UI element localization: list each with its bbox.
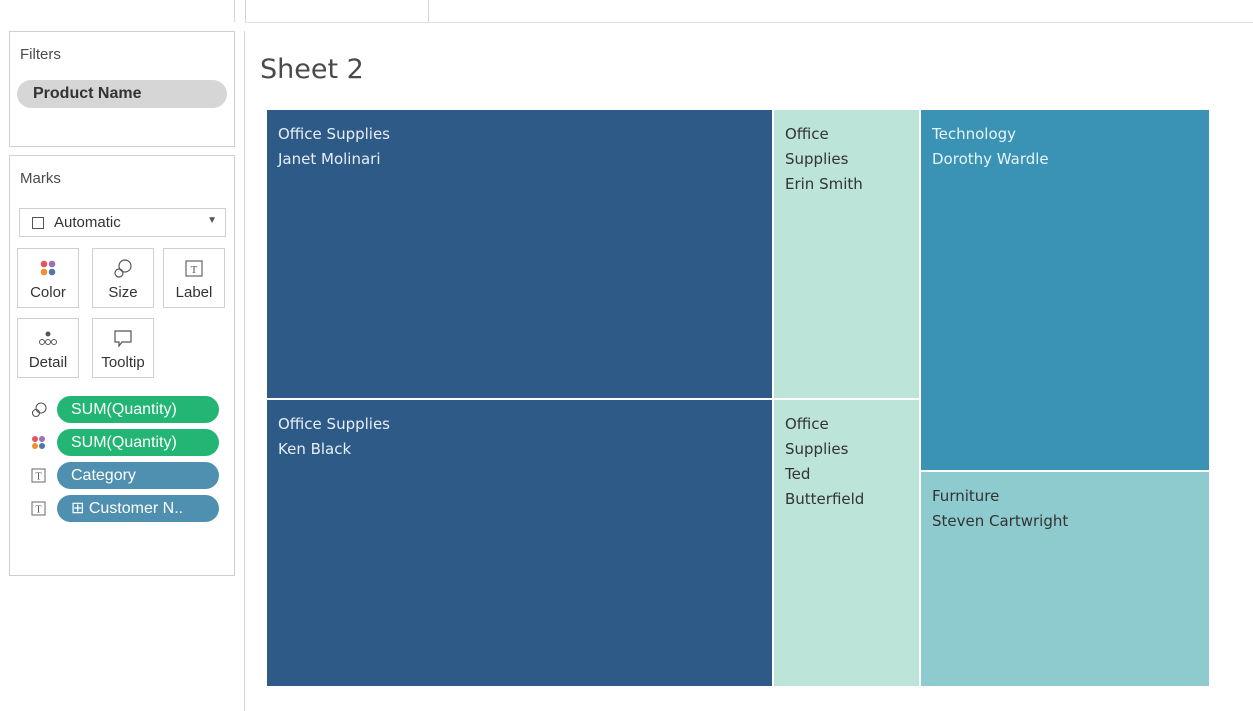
color-icon xyxy=(18,258,78,280)
detail-icon xyxy=(18,328,78,350)
treemap-tile[interactable]: Technology Dorothy Wardle xyxy=(920,109,1210,471)
divider xyxy=(245,22,1253,23)
text-label-icon: T xyxy=(30,500,48,518)
marks-card: Marks Automatic ▼ Color Size T Label Det… xyxy=(9,155,235,576)
treemap-tile[interactable]: Office Supplies Ken Black xyxy=(266,399,773,687)
filters-title: Filters xyxy=(20,46,61,63)
sheet-title: Sheet 2 xyxy=(260,54,364,85)
size-icon xyxy=(30,401,48,419)
tile-label: Office Supplies Erin Smith xyxy=(785,125,863,193)
tooltip-icon xyxy=(93,328,153,350)
treemap-chart[interactable]: Office Supplies Janet Molinari Office Su… xyxy=(266,109,1210,687)
size-icon xyxy=(93,258,153,280)
text-label-icon: T xyxy=(30,467,48,485)
shelf-row-color: SUM(Quantity) xyxy=(30,429,230,457)
filter-pill-product-name[interactable]: Product Name xyxy=(17,80,227,108)
color-button[interactable]: Color xyxy=(17,248,79,308)
toolbar-divider xyxy=(245,0,246,22)
treemap-tile[interactable]: Furniture Steven Cartwright xyxy=(920,471,1210,687)
svg-text:T: T xyxy=(191,264,198,276)
toolbar-divider xyxy=(234,0,235,22)
mark-type-dropdown[interactable]: Automatic ▼ xyxy=(19,208,226,237)
tile-label: Office Supplies Ted Butterfield xyxy=(785,415,865,508)
toolbar-divider xyxy=(428,0,429,22)
treemap-tile[interactable]: Office Supplies Janet Molinari xyxy=(266,109,773,399)
square-mark-icon xyxy=(32,217,44,229)
size-pill[interactable]: SUM(Quantity) xyxy=(57,396,219,423)
detail-button[interactable]: Detail xyxy=(17,318,79,378)
text-label-icon: T xyxy=(164,258,224,280)
top-toolbar xyxy=(0,0,1253,22)
marks-title: Marks xyxy=(20,170,61,187)
size-button[interactable]: Size xyxy=(92,248,154,308)
category-pill[interactable]: Category xyxy=(57,462,219,489)
size-label: Size xyxy=(108,284,138,301)
tile-label: Office Supplies Ken Black xyxy=(278,415,391,458)
tooltip-button[interactable]: Tooltip xyxy=(92,318,154,378)
treemap-tile[interactable]: Office Supplies Ted Butterfield xyxy=(773,399,920,687)
tile-label: Furniture Steven Cartwright xyxy=(932,487,1069,530)
color-label: Color xyxy=(30,284,66,301)
shelf-row-label-category: T Category xyxy=(30,462,230,490)
detail-label: Detail xyxy=(28,354,68,371)
label-button[interactable]: T Label xyxy=(163,248,225,308)
customer-name-pill[interactable]: ⊞ Customer N.. xyxy=(57,495,219,522)
tile-label: Office Supplies Janet Molinari xyxy=(278,125,391,168)
tooltip-label: Tooltip xyxy=(101,354,145,371)
panel-divider xyxy=(244,31,245,711)
chevron-down-icon: ▼ xyxy=(207,215,217,226)
treemap-tile[interactable]: Office Supplies Erin Smith xyxy=(773,109,920,399)
color-pill[interactable]: SUM(Quantity) xyxy=(57,429,219,456)
tile-label: Technology Dorothy Wardle xyxy=(932,125,1049,168)
svg-text:T: T xyxy=(35,505,41,516)
svg-text:T: T xyxy=(35,472,41,483)
filters-card: Filters Product Name xyxy=(9,31,235,147)
mark-type-value: Automatic xyxy=(54,214,121,231)
shelf-row-label-customer: T ⊞ Customer N.. xyxy=(30,495,230,523)
shelf-row-size: SUM(Quantity) xyxy=(30,396,230,424)
label-label: Label xyxy=(175,284,213,301)
color-icon xyxy=(30,434,48,452)
